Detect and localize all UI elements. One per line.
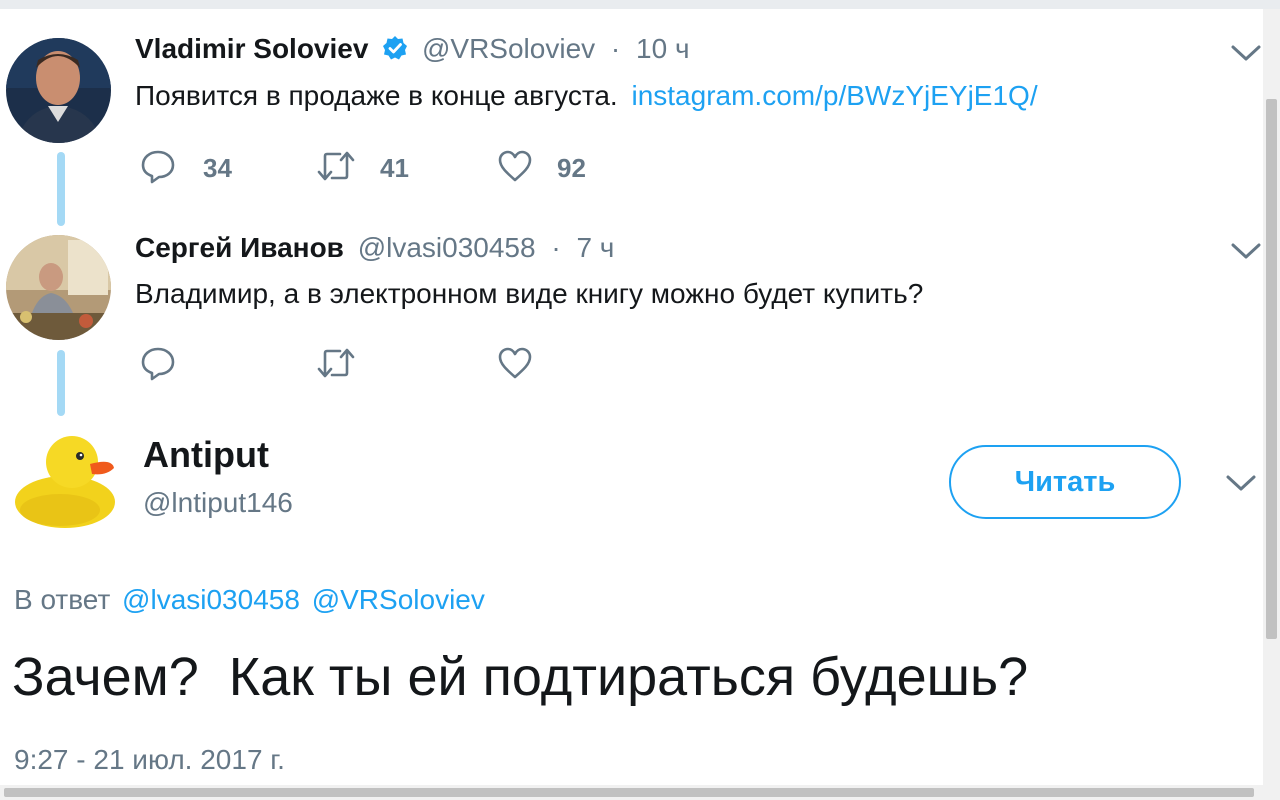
author-handle[interactable]: @VRSoloviev [422,33,595,64]
reply-mention-1[interactable]: @lvasi030458 [122,584,300,615]
retweet-count: 41 [380,153,409,183]
chevron-down-icon[interactable] [1230,42,1262,69]
like-count: 92 [557,153,586,183]
avatar-vladimir-soloviev[interactable] [6,38,111,143]
reply-count: 34 [203,153,232,183]
top-strip [0,0,1280,9]
tweet-text: Владимир, а в электронном виде книгу мож… [135,278,924,309]
author-name[interactable]: Vladimir Soloviev [135,33,368,64]
retweet-icon [316,148,356,189]
follow-button[interactable]: Читать [949,445,1181,519]
like-button[interactable] [497,345,533,386]
avatar-antiput[interactable] [10,430,120,530]
author-name[interactable]: Сергей Иванов [135,232,344,263]
tweet-text-large: Зачем? Как ты ей подтираться будешь? [12,647,1029,707]
meta-separator: · [610,33,621,64]
vertical-scroll-thumb[interactable] [1266,99,1277,639]
retweet-icon [316,345,356,386]
author-name[interactable]: Antiput [143,434,269,475]
chevron-down-icon[interactable] [1230,240,1262,267]
tweet-link[interactable]: instagram.com/p/BWzYjEYjE1Q/ [631,80,1037,111]
vertical-scrollbar[interactable] [1263,9,1280,800]
retweet-button[interactable] [316,345,356,386]
reply-prefix: В ответ [14,584,111,615]
tweet-time[interactable]: 7 ч [576,232,614,263]
horizontal-scrollbar[interactable] [0,785,1263,800]
reply-button[interactable] [140,345,176,386]
horizontal-scroll-thumb[interactable] [4,788,1254,797]
retweet-button[interactable]: 41 [316,148,409,189]
like-button[interactable]: 92 [497,148,586,189]
reply-icon [140,345,176,386]
meta-separator: · [551,232,561,263]
rubber-duck-avatar [15,436,115,528]
author-handle[interactable]: @lvasi030458 [358,232,536,263]
like-icon [497,345,533,386]
thread-connector [57,350,65,416]
thread-connector [57,152,65,226]
reply-mention-2[interactable]: @VRSoloviev [312,584,485,615]
tweet-timestamp[interactable]: 9:27 - 21 июл. 2017 г. [14,744,285,776]
avatar-sergey-ivanov[interactable] [6,235,111,340]
tweet-time[interactable]: 10 ч [636,33,690,64]
like-icon [497,148,533,189]
reply-icon [140,148,176,189]
reply-button[interactable]: 34 [140,148,232,189]
author-handle[interactable]: @lntiput146 [143,487,293,518]
reply-context: В ответ @lvasi030458 @VRSoloviev [14,584,485,616]
verified-badge-icon [382,35,408,68]
chevron-down-icon[interactable] [1225,472,1257,499]
tweet-text: Появится в продаже в конце августа. [135,80,618,111]
